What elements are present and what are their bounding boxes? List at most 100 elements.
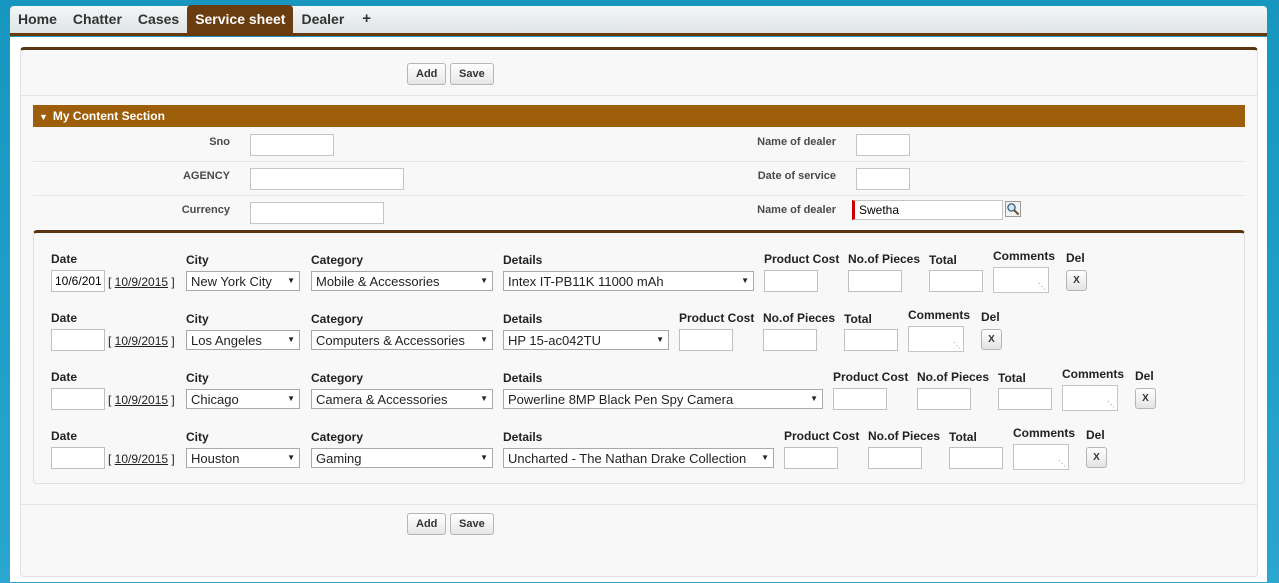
today-link[interactable]: [ 10/9/2015 ] bbox=[108, 275, 175, 289]
product-cost-input[interactable] bbox=[833, 388, 887, 410]
sno-label: Sno bbox=[209, 136, 230, 148]
comments-column-label: Comments bbox=[1062, 367, 1125, 381]
main-panel: Add Save ▼ My Content Section Sno Name of… bbox=[10, 37, 1267, 582]
category-select[interactable]: Mobile & Accessories ▼ bbox=[311, 271, 493, 291]
date-column-label: Date bbox=[51, 252, 78, 266]
tab-chatter[interactable]: Chatter bbox=[65, 5, 130, 33]
today-link[interactable]: [ 10/9/2015 ] bbox=[108, 452, 175, 466]
category-column-label: Category bbox=[311, 253, 364, 267]
total-input[interactable] bbox=[929, 270, 983, 292]
save-button-top[interactable]: Save bbox=[450, 63, 494, 85]
page-block: Add Save ▼ My Content Section Sno Name of… bbox=[20, 47, 1258, 577]
date-column-label: Date bbox=[51, 429, 78, 443]
total-input[interactable] bbox=[949, 447, 1003, 469]
city-select[interactable]: Chicago ▼ bbox=[186, 389, 300, 409]
tab-home[interactable]: Home bbox=[10, 5, 65, 33]
product-cost-input[interactable] bbox=[764, 270, 818, 292]
category-value: Gaming bbox=[316, 451, 362, 466]
comments-textarea[interactable]: ⋱ bbox=[993, 267, 1049, 293]
today-link[interactable]: [ 10/9/2015 ] bbox=[108, 393, 175, 407]
pieces-input[interactable] bbox=[917, 388, 971, 410]
bottom-button-row: Add Save bbox=[21, 504, 1257, 550]
collapse-triangle-icon[interactable]: ▼ bbox=[39, 112, 48, 122]
tab-cases[interactable]: Cases bbox=[130, 5, 187, 33]
pieces-input[interactable] bbox=[868, 447, 922, 469]
resize-grip-icon[interactable]: ⋱ bbox=[953, 342, 961, 350]
top-button-row: Add Save bbox=[21, 50, 1257, 96]
dropdown-arrow-icon: ▼ bbox=[761, 453, 769, 462]
delete-row-button[interactable]: X bbox=[981, 329, 1002, 350]
currency-input[interactable] bbox=[250, 202, 384, 224]
today-date[interactable]: 10/9/2015 bbox=[115, 275, 168, 289]
add-button-bottom[interactable]: Add bbox=[407, 513, 447, 535]
product-cost-column-label: Product Cost bbox=[679, 311, 755, 325]
details-column-label: Details bbox=[503, 312, 543, 326]
resize-grip-icon[interactable]: ⋱ bbox=[1058, 460, 1066, 468]
tab-service-sheet[interactable]: Service sheet bbox=[187, 5, 294, 33]
date-of-service-input[interactable] bbox=[856, 168, 910, 190]
add-button-top[interactable]: Add bbox=[407, 63, 447, 85]
today-date[interactable]: 10/9/2015 bbox=[115, 393, 168, 407]
total-input[interactable] bbox=[844, 329, 898, 351]
category-column-label: Category bbox=[311, 312, 364, 326]
city-select[interactable]: Los Angeles ▼ bbox=[186, 330, 300, 350]
details-select[interactable]: HP 15-ac042TU ▼ bbox=[503, 330, 669, 350]
today-date[interactable]: 10/9/2015 bbox=[115, 452, 168, 466]
date-input[interactable] bbox=[51, 447, 105, 469]
city-value: Houston bbox=[191, 451, 240, 466]
category-select[interactable]: Gaming ▼ bbox=[311, 448, 493, 468]
today-link[interactable]: [ 10/9/2015 ] bbox=[108, 334, 175, 348]
today-date[interactable]: 10/9/2015 bbox=[115, 334, 168, 348]
comments-textarea[interactable]: ⋱ bbox=[1013, 444, 1069, 470]
details-select[interactable]: Powerline 8MP Black Pen Spy Camera ▼ bbox=[503, 389, 823, 409]
resize-grip-icon[interactable]: ⋱ bbox=[1038, 283, 1046, 291]
section-header[interactable]: ▼ My Content Section bbox=[33, 105, 1245, 127]
city-select[interactable]: Houston ▼ bbox=[186, 448, 300, 468]
delete-row-button[interactable]: X bbox=[1086, 447, 1107, 468]
comments-textarea[interactable]: ⋱ bbox=[908, 326, 964, 352]
date-column-label: Date bbox=[51, 370, 78, 384]
total-column-label: Total bbox=[998, 371, 1026, 385]
dealer-name-label-1: Name of dealer bbox=[757, 136, 836, 148]
dealer-name-input-1[interactable] bbox=[856, 134, 910, 156]
total-input[interactable] bbox=[998, 388, 1052, 410]
dealer-lookup-input[interactable] bbox=[852, 200, 1003, 220]
details-select[interactable]: Uncharted - The Nathan Drake Collection ▼ bbox=[503, 448, 774, 468]
pieces-input[interactable] bbox=[848, 270, 902, 292]
city-select[interactable]: New York City ▼ bbox=[186, 271, 300, 291]
category-select[interactable]: Computers & Accessories ▼ bbox=[311, 330, 493, 350]
dropdown-arrow-icon: ▼ bbox=[480, 276, 488, 285]
line-item-row: Date [ 10/9/2015 ] City Houston ▼ Categor… bbox=[34, 424, 1244, 483]
date-input[interactable] bbox=[51, 270, 105, 292]
delete-row-button[interactable]: X bbox=[1135, 388, 1156, 409]
dropdown-arrow-icon: ▼ bbox=[287, 276, 295, 285]
comments-textarea[interactable]: ⋱ bbox=[1062, 385, 1118, 411]
details-value: Uncharted - The Nathan Drake Collection bbox=[508, 451, 747, 466]
line-item-row: Date [ 10/9/2015 ] City Chicago ▼ Categor… bbox=[34, 365, 1244, 424]
lookup-magnifier-icon[interactable] bbox=[1005, 201, 1021, 217]
date-input[interactable] bbox=[51, 388, 105, 410]
comments-column-label: Comments bbox=[908, 308, 971, 322]
city-value: New York City bbox=[191, 274, 272, 289]
delete-row-button[interactable]: X bbox=[1066, 270, 1087, 291]
agency-label: AGENCY bbox=[182, 170, 230, 182]
agency-input[interactable] bbox=[250, 168, 404, 190]
date-input[interactable] bbox=[51, 329, 105, 351]
details-column-label: Details bbox=[503, 253, 543, 267]
product-cost-column-label: Product Cost bbox=[833, 370, 909, 384]
category-select[interactable]: Camera & Accessories ▼ bbox=[311, 389, 493, 409]
dropdown-arrow-icon: ▼ bbox=[480, 335, 488, 344]
tab-dealer[interactable]: Dealer bbox=[293, 5, 352, 33]
sno-input[interactable] bbox=[250, 134, 334, 156]
pieces-input[interactable] bbox=[763, 329, 817, 351]
details-value: HP 15-ac042TU bbox=[508, 333, 601, 348]
add-tab-icon[interactable]: + bbox=[352, 5, 381, 33]
details-select[interactable]: Intex IT-PB11K 11000 mAh ▼ bbox=[503, 271, 754, 291]
save-button-bottom[interactable]: Save bbox=[450, 513, 494, 535]
product-cost-input[interactable] bbox=[784, 447, 838, 469]
details-value: Intex IT-PB11K 11000 mAh bbox=[508, 274, 664, 289]
resize-grip-icon[interactable]: ⋱ bbox=[1107, 401, 1115, 409]
total-column-label: Total bbox=[844, 312, 872, 326]
dropdown-arrow-icon: ▼ bbox=[480, 394, 488, 403]
product-cost-input[interactable] bbox=[679, 329, 733, 351]
